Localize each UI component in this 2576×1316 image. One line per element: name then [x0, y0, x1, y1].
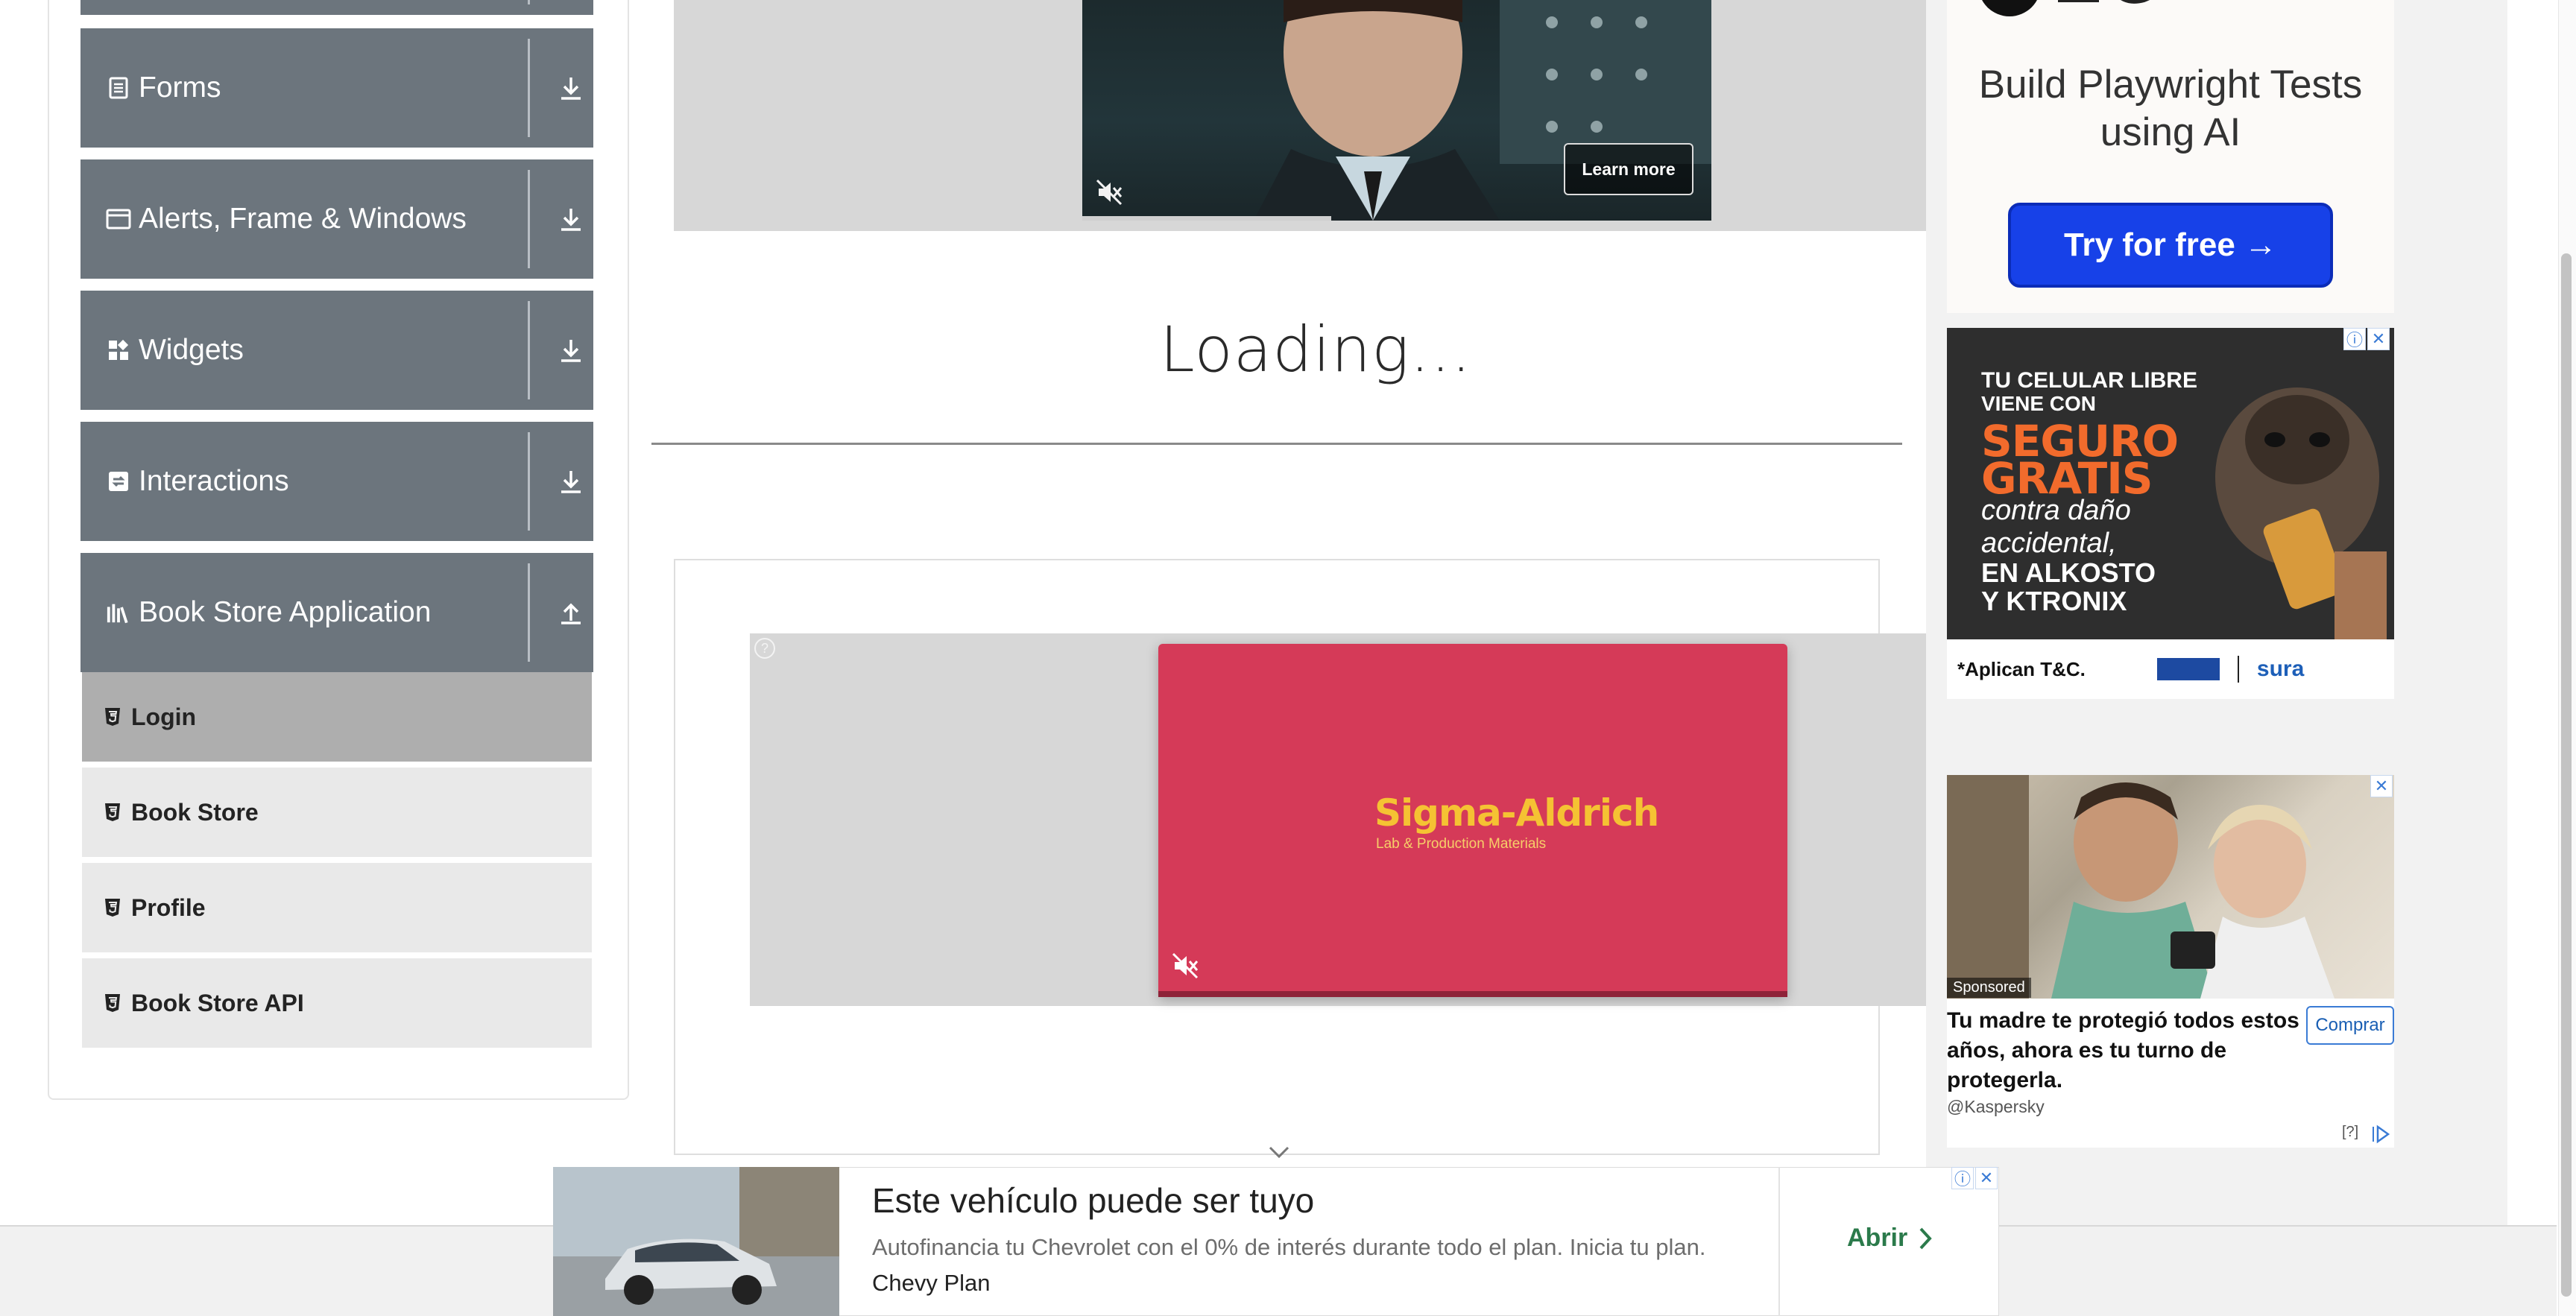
- zerostep-ad-title: Build Playwright Tests using AI: [1978, 63, 2363, 154]
- sidebar-item-profile[interactable]: Profile: [82, 863, 592, 955]
- sidebar-group-label: Book Store Application: [139, 596, 432, 628]
- sura-logo: sura: [2256, 657, 2305, 681]
- html5-icon: [103, 896, 122, 919]
- ad2-line: TU CELULAR LIBRE: [1981, 368, 2197, 393]
- group-separator: [528, 432, 530, 531]
- group-separator: [528, 0, 530, 4]
- sidebar-group-alerts[interactable]: Alerts, Frame & Windows: [80, 159, 593, 279]
- alkosto-logo-icon: [2156, 658, 2220, 680]
- chevron-right-icon: [1919, 1227, 1932, 1249]
- ad2-line: accidental,: [1981, 528, 2117, 559]
- adchoices-icon[interactable]: [2370, 1124, 2391, 1145]
- kaspersky-ad-domain: @Kaspersky: [1947, 1097, 2045, 1116]
- ad2-line: EN ALKOSTO: [1981, 557, 2156, 588]
- ad2-footer-divider: [2237, 656, 2239, 683]
- bottom-ad-separator: [1778, 1167, 1780, 1316]
- upload-arrow-icon[interactable]: [552, 593, 590, 632]
- group-separator: [528, 301, 530, 399]
- html5-icon: [103, 801, 122, 823]
- ad2-line: contra daño: [1981, 495, 2131, 526]
- sidebar-item-book-store-api[interactable]: Book Store API: [82, 958, 592, 1051]
- loading-text: Loading...: [1160, 313, 1472, 386]
- scrollbar-thumb[interactable]: [2561, 253, 2572, 1297]
- bottom-ad-title[interactable]: Este vehículo puede ser tuyo: [872, 1180, 1314, 1221]
- group-separator: [528, 39, 530, 137]
- mute-icon[interactable]: [1170, 951, 1200, 981]
- sidebar-group-book-store-application[interactable]: Book Store Application: [80, 553, 593, 672]
- kaspersky-ad-image: [1947, 775, 2394, 999]
- widgets-icon: [106, 338, 131, 363]
- html5-icon: [103, 706, 122, 728]
- download-arrow-icon[interactable]: [552, 69, 590, 107]
- ad-info-icon[interactable]: ⓘ: [2343, 328, 2366, 350]
- download-arrow-icon[interactable]: [552, 200, 590, 238]
- download-arrow-icon[interactable]: [552, 331, 590, 370]
- sidebar-group-label: Forms: [139, 72, 221, 104]
- sidebar-group-label: Alerts, Frame & Windows: [139, 203, 467, 235]
- sidebar-group-widgets[interactable]: Widgets: [80, 291, 593, 410]
- comprar-button[interactable]: Comprar: [2306, 1006, 2394, 1045]
- sidebar-item-login[interactable]: Login: [82, 672, 592, 765]
- bottom-ad-description: Autofinancia tu Chevrolet con el 0% de i…: [872, 1234, 1706, 1260]
- sidebar-item-label: Book Store: [131, 798, 259, 826]
- ad2-line: Y KTRONIX: [1981, 586, 2127, 616]
- sidebar-group-elements[interactable]: [80, 0, 593, 15]
- ad2-line: VIENE CON: [1981, 392, 2097, 415]
- group-separator: [528, 563, 530, 662]
- ad-help-link[interactable]: [?]: [2342, 1124, 2358, 1141]
- interactions-icon: [106, 469, 131, 494]
- ad-close-icon[interactable]: ✕: [1975, 1167, 1998, 1189]
- sidebar-item-book-store[interactable]: Book Store: [82, 768, 592, 860]
- sidebar-group-label: Interactions: [139, 465, 289, 497]
- sidebar-item-label: Book Store API: [131, 989, 304, 1016]
- car-ad-image: [553, 1167, 839, 1316]
- mute-icon[interactable]: [1094, 177, 1124, 207]
- alkosto-ad-footer: *Aplican T&C. sura: [1947, 639, 2394, 699]
- chevron-down-icon[interactable]: [1266, 1143, 1292, 1161]
- sidebar-item-label: Login: [131, 703, 197, 730]
- ad-close-icon[interactable]: ✕: [2370, 775, 2393, 797]
- sigma-aldrich-tagline: Lab & Production Materials: [1376, 836, 1547, 852]
- learn-more-button[interactable]: Learn more: [1564, 143, 1693, 195]
- ad-info-icon[interactable]: ⓘ: [1951, 1167, 1974, 1189]
- download-arrow-icon[interactable]: [552, 462, 590, 501]
- ad2-terms: *Aplican T&C.: [1957, 657, 2086, 680]
- sidebar-group-interactions[interactable]: Interactions: [80, 422, 593, 541]
- content-divider: [651, 443, 1902, 445]
- abrir-label: Abrir: [1847, 1224, 1908, 1252]
- sidebar-group-forms[interactable]: Forms: [80, 28, 593, 148]
- try-for-free-button[interactable]: Try for free →: [2008, 203, 2333, 288]
- abrir-button[interactable]: Abrir: [1847, 1224, 1933, 1253]
- group-separator: [528, 170, 530, 268]
- sidebar-group-label: Widgets: [139, 334, 244, 366]
- document-icon: [106, 75, 131, 101]
- zerostep-logo-icon: [1972, 0, 2196, 18]
- books-icon: [106, 600, 131, 625]
- window-icon: [106, 206, 131, 232]
- sponsored-label: Sponsored: [1947, 978, 2031, 998]
- bottom-ad-brand: Chevy Plan: [872, 1270, 991, 1296]
- kaspersky-ad-headline[interactable]: Tu madre te protegió todos estos años, a…: [1947, 1006, 2305, 1095]
- html5-icon: [103, 992, 122, 1014]
- sigma-aldrich-logo: Sigma-Aldrich: [1374, 791, 1659, 835]
- video-progress-bar[interactable]: [1082, 216, 1331, 221]
- sidebar-item-label: Profile: [131, 893, 206, 921]
- sigma-video-progress-bar[interactable]: [1158, 991, 1787, 997]
- ad-help-icon[interactable]: ?: [754, 638, 775, 659]
- ad-close-icon[interactable]: ✕: [2367, 328, 2390, 350]
